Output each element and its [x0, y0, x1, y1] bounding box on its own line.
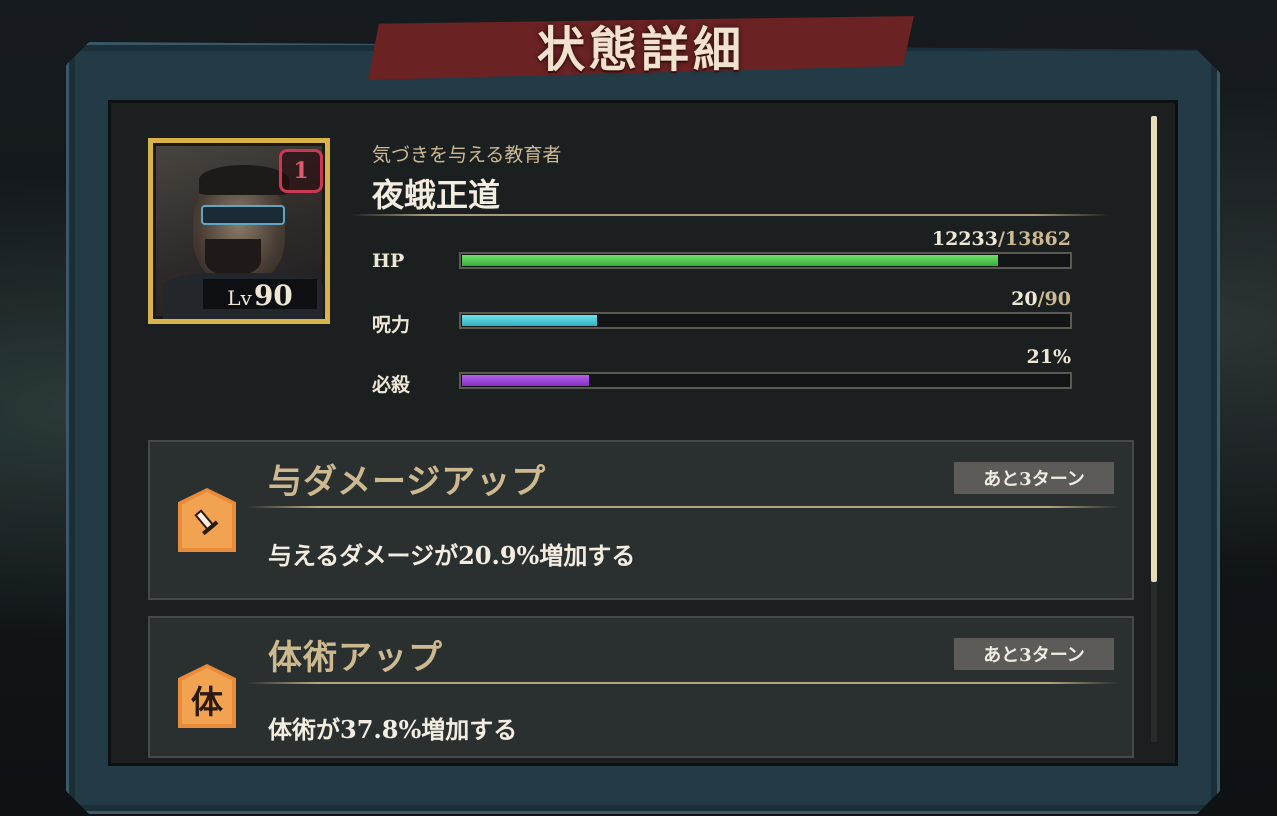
character-portrait: 1 Lv 90	[148, 138, 330, 324]
taijutsu-icon-glyph: 体	[190, 683, 223, 721]
scrollbar-thumb[interactable]	[1151, 116, 1157, 582]
name-divider	[350, 214, 1110, 216]
character-subtitle: 気づきを与える教育者	[372, 144, 562, 166]
card-divider	[246, 506, 1118, 508]
cursed-energy-value: 20/90	[1011, 288, 1071, 310]
turns-remaining-badge: あと3ターン	[954, 638, 1114, 670]
hp-value: 12233/13862	[932, 228, 1071, 250]
level-label: Lv	[227, 286, 252, 310]
grade-badge: 1	[279, 149, 323, 193]
taijutsu-icon: 体	[178, 664, 236, 728]
level-box: Lv 90	[203, 279, 317, 312]
hp-bar	[459, 252, 1072, 269]
portrait-glasses	[201, 205, 285, 225]
cursed-energy-bar	[459, 312, 1072, 329]
status-effect-title: 体術アップ	[268, 638, 443, 678]
hp-current: 12233	[931, 228, 998, 250]
status-effect-card[interactable]: 体 体術アップ あと3ターン 体術が37.8%増加する	[148, 616, 1134, 758]
status-effect-card[interactable]: 与ダメージアップ あと3ターン 与えるダメージが20.9%増加する	[148, 440, 1134, 600]
hp-label: HP	[372, 250, 405, 272]
card-divider	[246, 682, 1118, 684]
sword-icon	[178, 488, 236, 552]
character-name: 夜蛾正道	[372, 176, 501, 214]
cursed-energy-max: /90	[1037, 288, 1071, 310]
portrait-beard	[205, 239, 261, 275]
grade-badge-label: 1	[293, 158, 309, 184]
cursed-energy-current: 20	[1011, 288, 1038, 310]
special-bar	[459, 372, 1072, 389]
special-label: 必殺	[372, 374, 411, 396]
status-effect-title: 与ダメージアップ	[268, 462, 547, 502]
special-value: 21%	[1027, 346, 1072, 368]
level-value: 90	[253, 279, 293, 312]
status-effect-description: 与えるダメージが20.9%増加する	[268, 541, 636, 570]
hp-max: /13862	[997, 228, 1071, 250]
turns-remaining-badge: あと3ターン	[954, 462, 1114, 494]
status-effect-description: 体術が37.8%増加する	[268, 715, 518, 744]
hp-bar-fill	[462, 255, 998, 266]
dialog-title: 状態詳細	[536, 22, 745, 78]
special-current: 21%	[1026, 346, 1072, 368]
cursed-energy-label: 呪力	[372, 314, 411, 336]
portrait-hair	[199, 165, 289, 195]
special-bar-fill	[462, 375, 589, 386]
cursed-energy-bar-fill	[462, 315, 597, 326]
